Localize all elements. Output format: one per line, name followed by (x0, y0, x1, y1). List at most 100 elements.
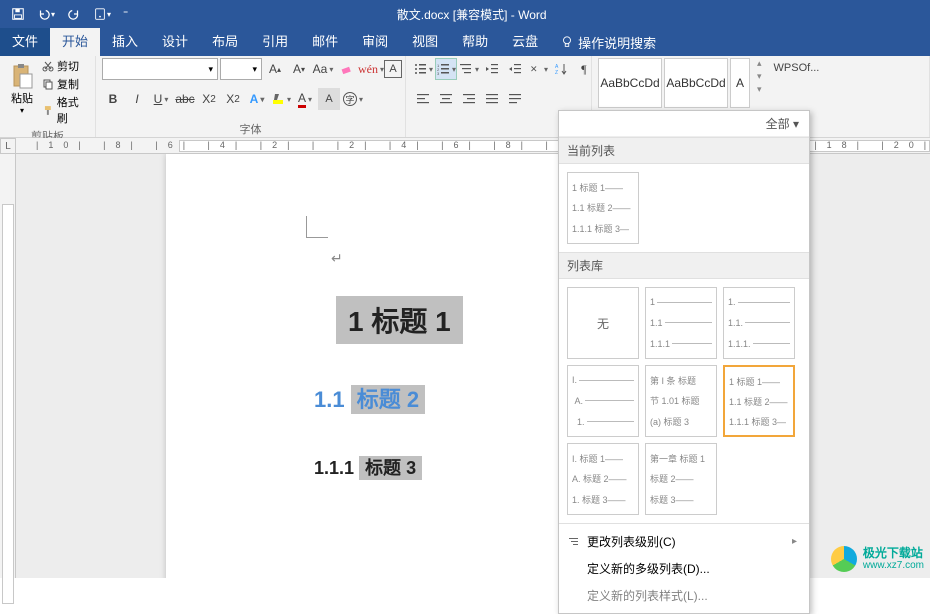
section-current-list: 当前列表 (559, 137, 809, 164)
heading-2[interactable]: 1.1 标题 2 (314, 382, 425, 414)
char-border-button[interactable]: A (384, 60, 402, 78)
superscript-button[interactable]: X2 (222, 88, 244, 110)
touch-mode-button[interactable]: ▾ (88, 4, 116, 24)
watermark: 极光下载站 www.xz7.com (831, 546, 924, 572)
section-list-library: 列表库 (559, 252, 809, 279)
align-left-button[interactable] (412, 88, 434, 110)
multilevel-list-dropdown: 全部 ▾ 当前列表 1 标题 1—— 1.1 标题 2—— 1.1.1 标题 3… (558, 110, 810, 614)
style-no-spacing[interactable]: AaBbCcDd (664, 58, 728, 108)
align-center-button[interactable] (435, 88, 457, 110)
font-color-button[interactable]: A (294, 88, 316, 110)
list-tile-2[interactable]: 1. 1.1. 1.1.1. (723, 287, 795, 359)
current-list-tile[interactable]: 1 标题 1—— 1.1 标题 2—— 1.1.1 标题 3— (567, 172, 639, 244)
asian-layout-button[interactable]: ✕ (527, 58, 549, 80)
text-effects-button[interactable]: A (246, 88, 268, 110)
multilevel-icon (459, 62, 473, 76)
indent-icon (508, 62, 522, 76)
justify-icon (485, 92, 499, 106)
distribute-icon (508, 92, 522, 106)
margin-corner (306, 216, 328, 238)
strikethrough-button[interactable]: abc (174, 88, 196, 110)
list-tile-5[interactable]: 1 标题 1—— 1.1 标题 2—— 1.1.1 标题 3— (723, 365, 795, 437)
list-tile-none[interactable]: 无 (567, 287, 639, 359)
format-painter-button[interactable]: 格式刷 (42, 94, 89, 126)
tab-insert[interactable]: 插入 (100, 28, 150, 56)
increase-indent-button[interactable] (504, 58, 526, 80)
tab-home[interactable]: 开始 (50, 28, 100, 56)
copy-button[interactable]: 复制 (42, 76, 89, 92)
menu-change-list-level[interactable]: 更改列表级别(C) ▸ (559, 528, 809, 555)
highlighter-icon (271, 92, 285, 106)
styles-more-up[interactable]: ▴ (757, 58, 762, 69)
heading-3[interactable]: 1.1.1 标题 3 (314, 454, 422, 480)
cut-button[interactable]: 剪切 (42, 58, 89, 74)
tab-help[interactable]: 帮助 (450, 28, 500, 56)
justify-button[interactable] (481, 88, 503, 110)
list-tile-7[interactable]: 第一章 标题 1 标题 2—— 标题 3—— (645, 443, 717, 515)
paste-button[interactable]: 粘贴 ▾ (6, 58, 38, 115)
list-tile-6[interactable]: I. 标题 1—— A. 标题 2—— 1. 标题 3—— (567, 443, 639, 515)
shrink-font-button[interactable]: A▾ (288, 58, 310, 80)
tab-file[interactable]: 文件 (0, 28, 50, 56)
redo-button[interactable] (62, 4, 86, 24)
ribbon-group-clipboard: 粘贴 ▾ 剪切 复制 格式刷 剪贴板 (0, 56, 96, 137)
undo-button[interactable]: ▾ (32, 4, 60, 24)
phonetic-button[interactable]: wén (360, 58, 382, 80)
grow-font-button[interactable]: A▴ (264, 58, 286, 80)
tab-layout[interactable]: 布局 (200, 28, 250, 56)
heading-1[interactable]: 1 标题 1 (336, 296, 463, 344)
bullets-button[interactable] (412, 58, 434, 80)
eraser-icon (340, 62, 354, 76)
subscript-button[interactable]: X2 (198, 88, 220, 110)
underline-button[interactable]: U (150, 88, 172, 110)
tab-references[interactable]: 引用 (250, 28, 300, 56)
tab-review[interactable]: 审阅 (350, 28, 400, 56)
watermark-logo-icon (831, 546, 857, 572)
tab-design[interactable]: 设计 (150, 28, 200, 56)
wps-style[interactable]: WPSOf... (766, 58, 820, 74)
style-normal[interactable]: AaBbCcDd (598, 58, 662, 108)
distribute-button[interactable] (504, 88, 526, 110)
highlight-button[interactable] (270, 88, 292, 110)
paragraph-mark: ↵ (331, 250, 343, 267)
clear-format-button[interactable] (336, 58, 358, 80)
change-case-button[interactable]: Aa (312, 58, 334, 80)
numbering-button[interactable]: 123 (435, 58, 457, 80)
ruler-corner[interactable]: L (0, 138, 16, 154)
align-right-button[interactable] (458, 88, 480, 110)
styles-more[interactable]: ▾ (757, 84, 762, 95)
char-shading-button[interactable]: A (318, 88, 340, 110)
qat-customize[interactable]: ⁼ (118, 6, 133, 23)
style-heading1[interactable]: A (730, 58, 750, 108)
tab-mailings[interactable]: 邮件 (300, 28, 350, 56)
font-size-combo[interactable]: ▾ (220, 58, 262, 80)
quick-access-toolbar: ▾ ▾ ⁼ (0, 4, 133, 24)
list-tile-1[interactable]: 1 1.1 1.1.1 (645, 287, 717, 359)
brush-icon (42, 104, 54, 116)
list-tile-3[interactable]: I. A. 1. (567, 365, 639, 437)
styles-more-down[interactable]: ▾ (757, 71, 762, 82)
decrease-indent-button[interactable] (481, 58, 503, 80)
multilevel-list-button[interactable] (458, 58, 480, 80)
font-name-combo[interactable]: ▾ (102, 58, 218, 80)
title-bar: ▾ ▾ ⁼ 散文.docx [兼容模式] - Word (0, 0, 930, 28)
copy-icon (42, 78, 54, 90)
list-tile-4[interactable]: 第 I 条 标题 节 1.01 标题 (a) 标题 3 (645, 365, 717, 437)
tab-cloud[interactable]: 云盘 (500, 28, 550, 56)
tab-view[interactable]: 视图 (400, 28, 450, 56)
italic-button[interactable]: I (126, 88, 148, 110)
bold-button[interactable]: B (102, 88, 124, 110)
menu-define-list-style[interactable]: 定义新的列表样式(L)... (559, 582, 809, 609)
outdent-icon (485, 62, 499, 76)
align-left-icon (416, 92, 430, 106)
sort-icon: AZ (554, 62, 568, 76)
save-button[interactable] (6, 4, 30, 24)
svg-text:✕: ✕ (530, 64, 538, 74)
vertical-ruler[interactable] (0, 154, 16, 578)
svg-text:3: 3 (437, 71, 440, 76)
tell-me-search[interactable]: 操作说明搜索 (550, 33, 666, 52)
enclose-char-button[interactable]: 字 (342, 88, 364, 110)
indent-icon (567, 535, 581, 549)
dropdown-filter-all[interactable]: 全部 ▾ (559, 111, 809, 137)
sort-button[interactable]: AZ (550, 58, 572, 80)
